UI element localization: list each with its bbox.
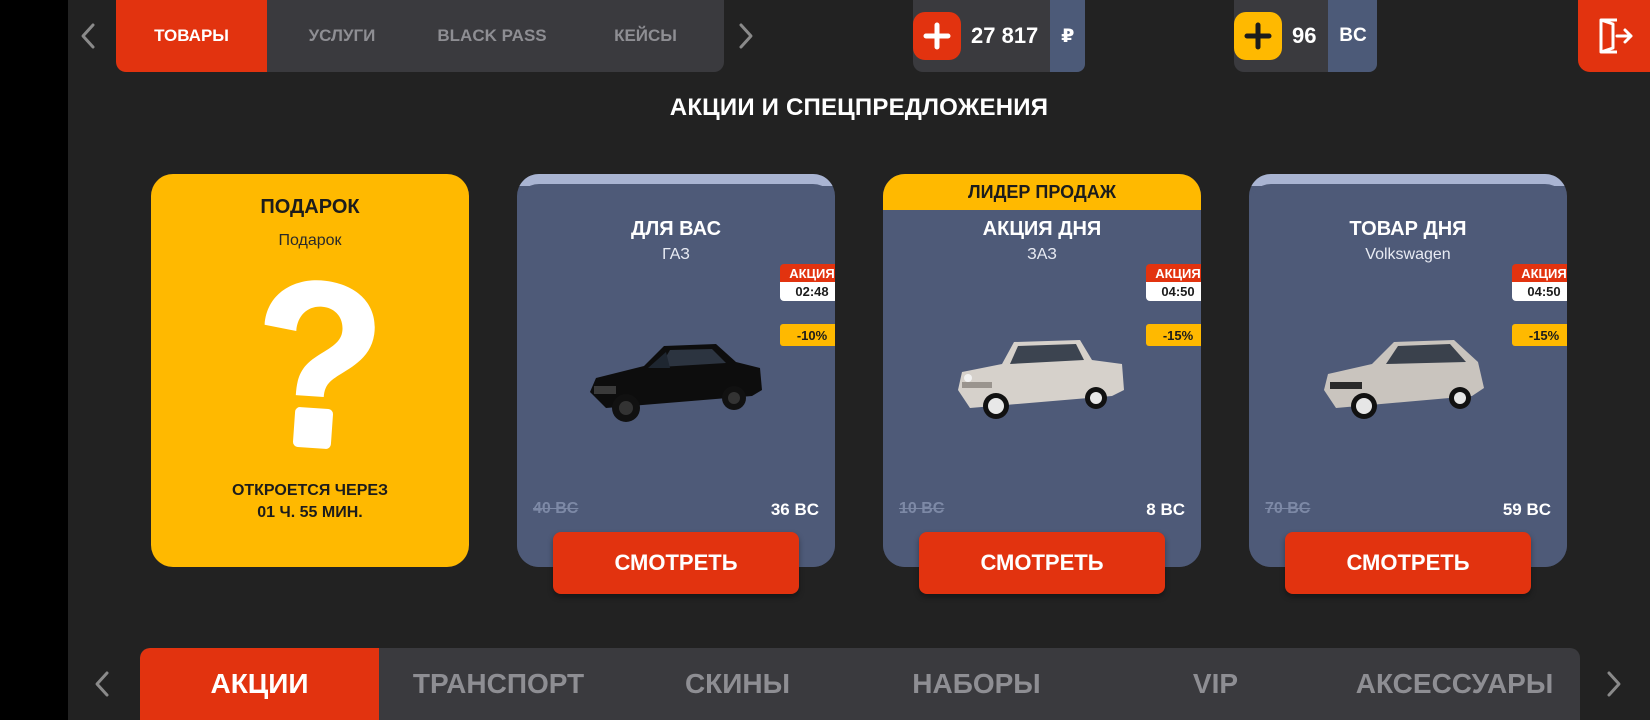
new-price: 8 BC <box>1146 500 1185 519</box>
category-skins[interactable]: СКИНЫ <box>618 648 857 720</box>
add-bc-button[interactable] <box>1234 12 1282 60</box>
tab-cases[interactable]: КЕЙСЫ <box>567 0 724 72</box>
category-bundles[interactable]: НАБОРЫ <box>857 648 1096 720</box>
offer-title: ТОВАР ДНЯ <box>1349 218 1467 240</box>
promo-timer: 04:50 <box>1512 282 1567 301</box>
top-tabs-prev-arrow[interactable] <box>76 20 100 52</box>
top-tabs: ТОВАРЫ УСЛУГИ BLACK PASS КЕЙСЫ <box>116 0 724 72</box>
offer-card-volkswagen[interactable]: ТОВАР ДНЯ Volkswagen АКЦИЯ 04:50 -15% 70… <box>1249 174 1567 567</box>
bc-balance: 96 BC <box>1234 0 1378 72</box>
old-price: 10 BC <box>899 500 945 517</box>
promo-timer-badge: АКЦИЯ 04:50 <box>1512 264 1567 301</box>
rub-balance: 27 817 ₽ <box>913 0 1086 72</box>
promo-timer-badge: АКЦИЯ 02:48 <box>780 264 835 301</box>
old-price: 40 BC <box>533 500 579 517</box>
chevron-right-icon <box>1607 671 1621 697</box>
exit-button[interactable] <box>1578 0 1650 72</box>
car-image-gaz <box>590 344 762 422</box>
rub-unit: ₽ <box>1050 0 1086 72</box>
old-price: 70 BC <box>1265 500 1311 517</box>
category-vip[interactable]: VIP <box>1096 648 1335 720</box>
view-button[interactable]: СМОТРЕТЬ <box>553 532 799 594</box>
top-tabs-next-arrow[interactable] <box>734 20 758 52</box>
promo-timer-badge: АКЦИЯ 04:50 <box>1146 264 1201 301</box>
view-button[interactable]: СМОТРЕТЬ <box>1285 532 1531 594</box>
chevron-left-icon <box>81 23 95 49</box>
discount-badge: -10% <box>780 324 835 346</box>
promo-label: АКЦИЯ <box>1512 264 1567 282</box>
promo-label: АКЦИЯ <box>1146 264 1201 282</box>
chevron-right-icon <box>739 23 753 49</box>
tab-goods[interactable]: ТОВАРЫ <box>116 0 267 72</box>
category-promotions[interactable]: АКЦИИ <box>140 648 379 720</box>
tab-services[interactable]: УСЛУГИ <box>267 0 417 72</box>
car-image-volkswagen <box>1324 340 1484 419</box>
gift-countdown: ОТКРОЕТСЯ ЧЕРЕЗ 01 Ч. 55 МИН. <box>151 480 469 524</box>
offer-title: АКЦИЯ ДНЯ <box>982 218 1102 240</box>
categories-next-arrow[interactable] <box>1602 668 1626 700</box>
car-image-zaz <box>958 340 1124 419</box>
promo-label: АКЦИЯ <box>780 264 835 282</box>
categories-prev-arrow[interactable] <box>90 668 114 700</box>
offer-subtitle: ЗАЗ <box>1027 246 1057 263</box>
gift-opens-time: 01 Ч. 55 МИН. <box>257 504 363 521</box>
gift-opens-label: ОТКРОЕТСЯ ЧЕРЕЗ <box>231 482 389 499</box>
promo-timer: 04:50 <box>1146 282 1201 301</box>
best-seller-banner: ЛИДЕР ПРОДАЖ <box>883 174 1201 210</box>
new-price: 36 BC <box>770 500 819 519</box>
offer-card-gaz[interactable]: ДЛЯ ВАС ГАЗ АКЦИЯ 02:48 -10% 40 BC 36 BC <box>517 174 835 567</box>
plus-icon <box>923 22 951 50</box>
gift-title: ПОДАРОК <box>260 196 360 218</box>
category-tabs: АКЦИИ ТРАНСПОРТ СКИНЫ НАБОРЫ VIP АКСЕССУ… <box>140 648 1580 720</box>
new-price: 59 BC <box>1502 500 1551 519</box>
plus-icon <box>1244 22 1272 50</box>
gift-subtitle: Подарок <box>278 232 342 249</box>
exit-door-icon <box>1599 18 1633 54</box>
page-title: АКЦИИ И СПЕЦПРЕДЛОЖЕНИЯ <box>669 94 1049 121</box>
offer-subtitle: ГАЗ <box>662 246 690 263</box>
shop-screen: ТОВАРЫ УСЛУГИ BLACK PASS КЕЙСЫ 27 817 ₽ … <box>68 0 1650 720</box>
category-transport[interactable]: ТРАНСПОРТ <box>379 648 618 720</box>
category-accessories[interactable]: АКСЕССУАРЫ <box>1335 648 1574 720</box>
promo-timer: 02:48 <box>780 282 835 301</box>
view-button[interactable]: СМОТРЕТЬ <box>919 532 1165 594</box>
tab-black-pass[interactable]: BLACK PASS <box>417 0 567 72</box>
offer-title: ДЛЯ ВАС <box>630 218 722 240</box>
chevron-left-icon <box>95 671 109 697</box>
offer-subtitle: Volkswagen <box>1365 246 1451 263</box>
add-rub-button[interactable] <box>913 12 961 60</box>
discount-badge: -15% <box>1146 324 1201 346</box>
gift-card[interactable]: ПОДАРОК Подарок ОТКРОЕТСЯ ЧЕРЕЗ 01 Ч. 55… <box>151 174 469 567</box>
offer-card-zaz[interactable]: ЛИДЕР ПРОДАЖ АКЦИЯ ДНЯ ЗАЗ АКЦИЯ 04:50 -… <box>883 174 1201 567</box>
question-mark-icon <box>151 276 469 452</box>
discount-badge: -15% <box>1512 324 1567 346</box>
bc-unit: BC <box>1328 0 1378 72</box>
